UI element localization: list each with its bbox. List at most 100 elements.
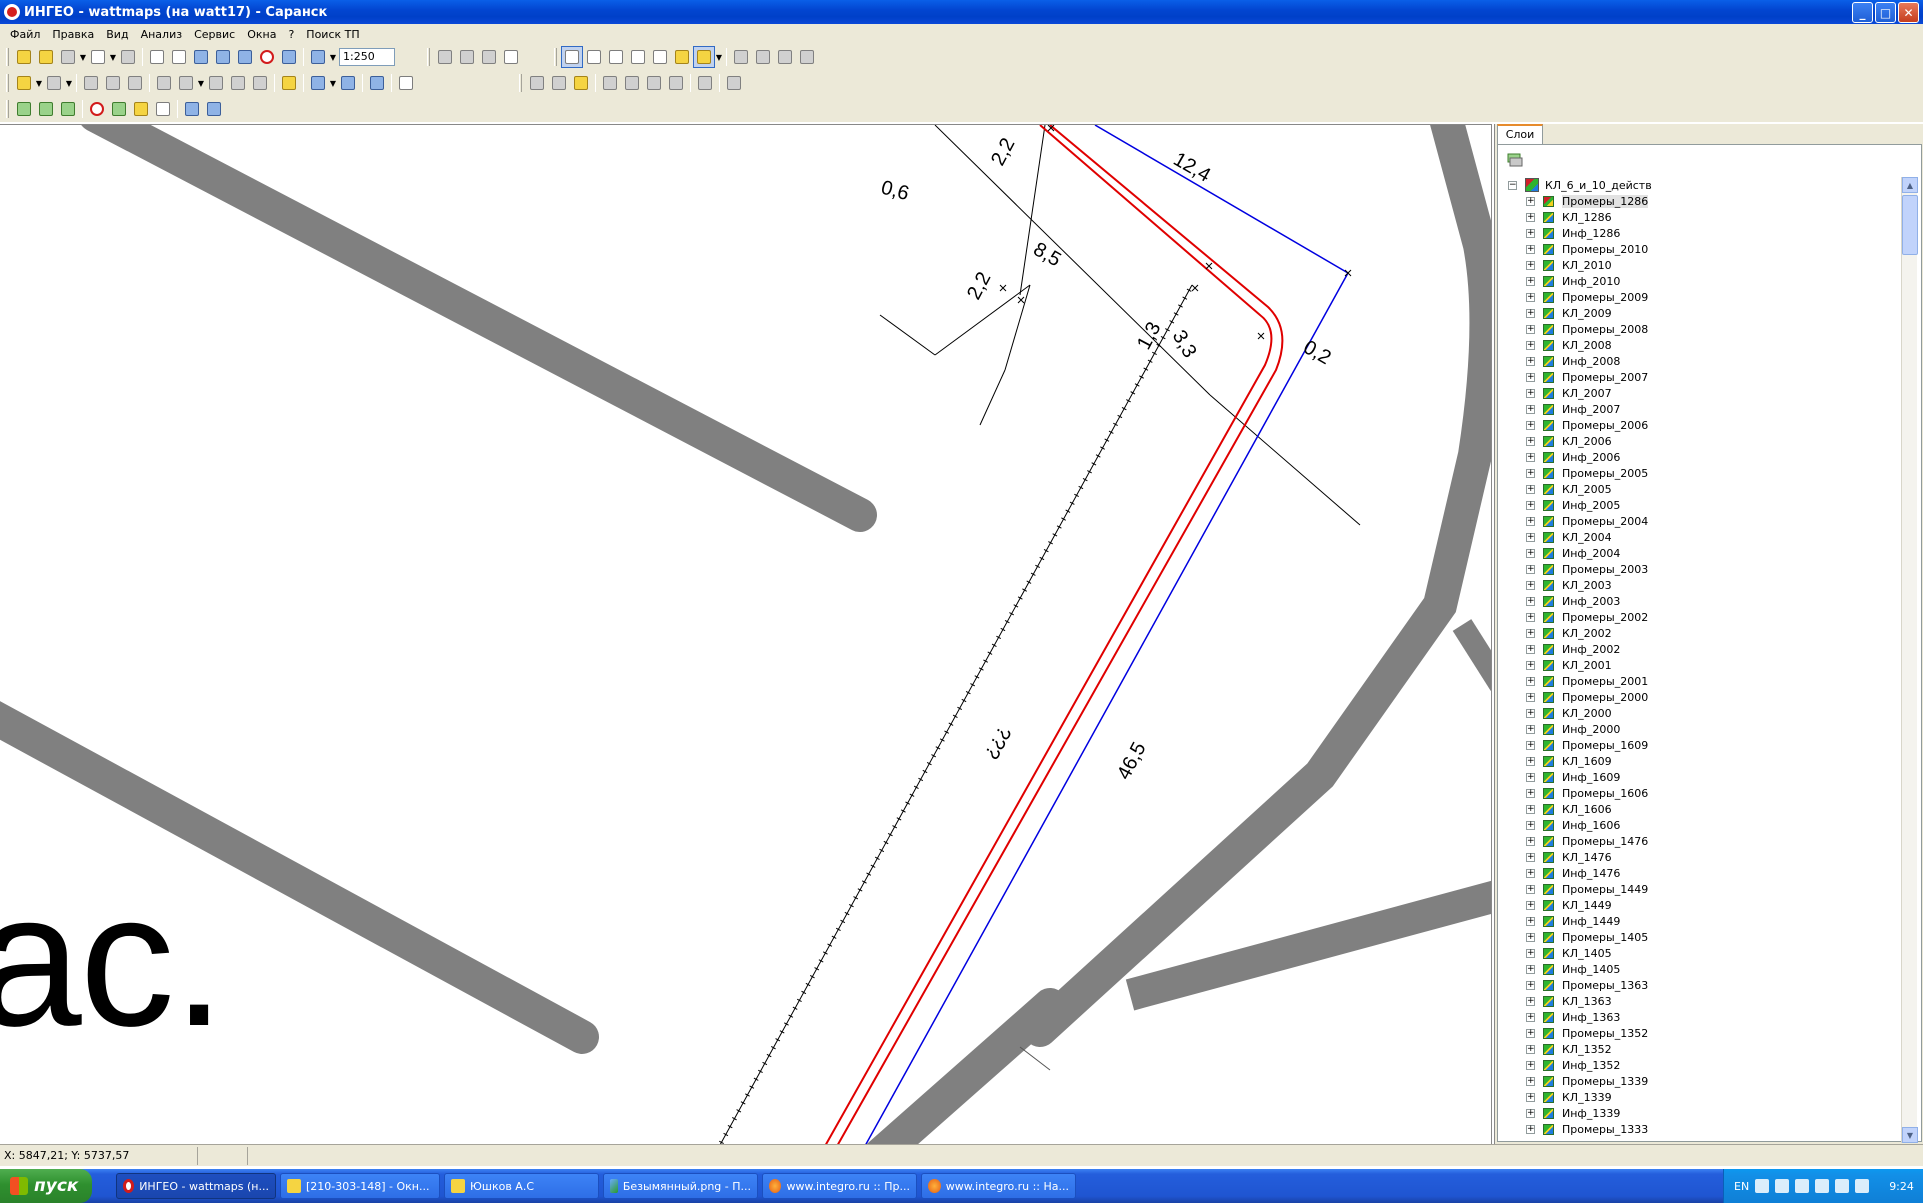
menu-service[interactable]: Сервис	[188, 28, 241, 41]
expand-icon[interactable]: +	[1526, 580, 1535, 590]
expand-icon[interactable]: +	[1526, 596, 1535, 606]
expand-icon[interactable]: +	[1526, 660, 1535, 670]
expand-icon[interactable]: +	[1526, 868, 1535, 878]
layer-item[interactable]: + КЛ_2007	[1504, 385, 1900, 401]
layer-item[interactable]: + Инф_1609	[1504, 769, 1900, 785]
expand-icon[interactable]: +	[1526, 820, 1535, 830]
layer-item[interactable]: + Промеры_1405	[1504, 929, 1900, 945]
expand-icon[interactable]: +	[1526, 980, 1535, 990]
geom-9-button[interactable]	[723, 72, 745, 94]
db-button[interactable]	[108, 98, 130, 120]
layer-item[interactable]: + Промеры_2004	[1504, 513, 1900, 529]
expand-icon[interactable]: +	[1526, 708, 1535, 718]
expand-icon[interactable]: +	[1526, 548, 1535, 558]
geom-8-button[interactable]	[694, 72, 716, 94]
toolbar-grip[interactable]	[427, 48, 430, 66]
preview-button[interactable]	[87, 46, 109, 68]
open-map-button[interactable]	[13, 46, 35, 68]
forbid-button[interactable]	[86, 98, 108, 120]
scale-input[interactable]: 1:250	[339, 48, 395, 66]
layers-button[interactable]	[57, 46, 79, 68]
expand-icon[interactable]: +	[1526, 932, 1535, 942]
edit-10-button[interactable]	[337, 72, 359, 94]
help-pointer-button[interactable]	[395, 72, 417, 94]
trace-button[interactable]	[181, 98, 203, 120]
expand-icon[interactable]: +	[1526, 564, 1535, 574]
style-button[interactable]	[693, 46, 715, 68]
attributes-table-button[interactable]	[307, 72, 329, 94]
select-rect-button[interactable]	[605, 46, 627, 68]
expand-icon[interactable]: +	[1526, 516, 1535, 526]
folder-tool-button[interactable]	[130, 98, 152, 120]
geom-2-button[interactable]	[548, 72, 570, 94]
chart-button[interactable]	[203, 98, 225, 120]
toolbar-grip[interactable]	[6, 100, 9, 118]
expand-icon[interactable]: +	[1526, 452, 1535, 462]
zoom-window-button[interactable]	[146, 46, 168, 68]
scale-button[interactable]	[307, 46, 329, 68]
snap-2-button[interactable]	[752, 46, 774, 68]
copy-layer-dropdown-arrow[interactable]: ▼	[65, 79, 73, 88]
expand-icon[interactable]: +	[1526, 788, 1535, 798]
layer-item[interactable]: + Инф_2003	[1504, 593, 1900, 609]
layer-item[interactable]: + Промеры_2010	[1504, 241, 1900, 257]
scroll-thumb[interactable]	[1902, 195, 1918, 255]
expand-icon[interactable]: +	[1526, 804, 1535, 814]
map-canvas[interactable]: 2,2 12,4 0,6 8,5 2,2 1,3 3,3 0,2 ??? 46,…	[0, 124, 1492, 1144]
snap-1-button[interactable]	[730, 46, 752, 68]
snap-4-button[interactable]	[796, 46, 818, 68]
toolbar-grip[interactable]	[554, 48, 557, 66]
select-info-button[interactable]	[583, 46, 605, 68]
layer-item[interactable]: + КЛ_1609	[1504, 753, 1900, 769]
layer-item[interactable]: + КЛ_2002	[1504, 625, 1900, 641]
layer-item[interactable]: + КЛ_1339	[1504, 1089, 1900, 1105]
geom-3-button[interactable]	[570, 72, 592, 94]
expand-icon[interactable]: +	[1526, 916, 1535, 926]
network-1-button[interactable]	[13, 98, 35, 120]
layer-item[interactable]: + Инф_1363	[1504, 1009, 1900, 1025]
collapse-icon[interactable]: −	[1508, 180, 1517, 190]
expand-icon[interactable]: +	[1526, 644, 1535, 654]
edit-5-dropdown-arrow[interactable]: ▼	[197, 79, 205, 88]
expand-icon[interactable]: +	[1526, 884, 1535, 894]
edit-8-button[interactable]	[249, 72, 271, 94]
zoom-rect-button[interactable]	[190, 46, 212, 68]
layer-item[interactable]: + КЛ_1606	[1504, 801, 1900, 817]
menu-view[interactable]: Вид	[100, 28, 134, 41]
expand-icon[interactable]: +	[1526, 356, 1535, 366]
new-object-button[interactable]	[13, 72, 35, 94]
language-indicator[interactable]: EN	[1734, 1180, 1749, 1193]
undo-button[interactable]	[366, 72, 388, 94]
layer-item[interactable]: + Промеры_2003	[1504, 561, 1900, 577]
route-button[interactable]	[152, 98, 174, 120]
taskbar-item-firefox-2[interactable]: www.integro.ru :: На...	[921, 1173, 1076, 1199]
toolbar-grip[interactable]	[6, 74, 9, 92]
layer-item[interactable]: + КЛ_2000	[1504, 705, 1900, 721]
layer-item[interactable]: + КЛ_1352	[1504, 1041, 1900, 1057]
expand-icon[interactable]: +	[1526, 692, 1535, 702]
edit-7-button[interactable]	[227, 72, 249, 94]
expand-icon[interactable]: +	[1526, 948, 1535, 958]
layer-item[interactable]: + Промеры_1286	[1504, 193, 1900, 209]
scale-dropdown-arrow[interactable]: ▼	[329, 53, 337, 62]
expand-icon[interactable]: +	[1526, 1012, 1535, 1022]
menu-windows[interactable]: Окна	[241, 28, 282, 41]
expand-icon[interactable]: +	[1526, 740, 1535, 750]
toolbar-grip[interactable]	[6, 48, 9, 66]
copy-object-button[interactable]	[434, 46, 456, 68]
expand-icon[interactable]: +	[1526, 1076, 1535, 1086]
expand-icon[interactable]: +	[1526, 468, 1535, 478]
layers-tree-root[interactable]: − КЛ_6_и_10_действ	[1504, 177, 1900, 193]
edit-5-button[interactable]	[175, 72, 197, 94]
layer-item[interactable]: + Промеры_2008	[1504, 321, 1900, 337]
layer-item[interactable]: + Промеры_1352	[1504, 1025, 1900, 1041]
layer-item[interactable]: + КЛ_2009	[1504, 305, 1900, 321]
zoom-out-button[interactable]	[234, 46, 256, 68]
layer-item[interactable]: + КЛ_2006	[1504, 433, 1900, 449]
expand-icon[interactable]: +	[1526, 420, 1535, 430]
expand-icon[interactable]: +	[1526, 388, 1535, 398]
expand-icon[interactable]: +	[1526, 244, 1535, 254]
edit-6-button[interactable]	[205, 72, 227, 94]
help-tray-icon[interactable]	[1755, 1179, 1770, 1193]
scroll-up-arrow[interactable]: ▲	[1902, 177, 1918, 193]
